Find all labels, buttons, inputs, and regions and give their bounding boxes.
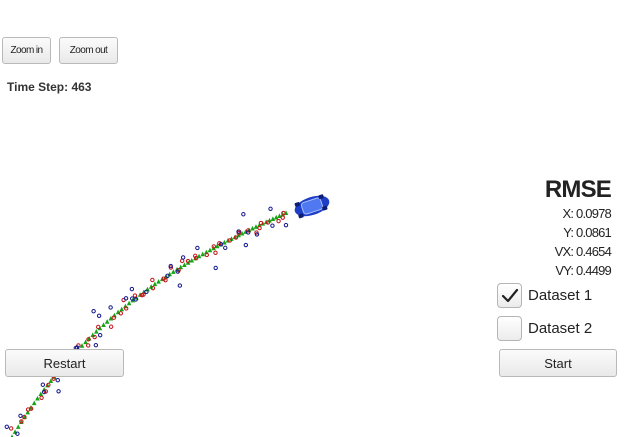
radar-measurement-marker xyxy=(241,212,246,217)
radar-measurement-marker xyxy=(18,413,23,418)
radar-measurement-marker xyxy=(283,222,289,228)
rmse-panel: RMSE X: 0.0978 Y: 0.0861 VX: 0.4654 VY: … xyxy=(514,176,614,280)
rmse-title: RMSE xyxy=(544,176,612,203)
restart-button[interactable]: Restart xyxy=(5,349,124,377)
lidar-measurement-marker xyxy=(179,258,185,264)
radar-measurement-marker xyxy=(93,343,99,348)
estimate-marker xyxy=(15,424,21,429)
estimate-marker xyxy=(35,395,40,401)
dataset-1-checkbox[interactable] xyxy=(497,283,522,308)
dataset-1-option[interactable]: Dataset 1 xyxy=(497,283,592,308)
estimate-marker xyxy=(126,300,132,306)
radar-measurement-marker xyxy=(270,223,275,228)
rmse-y-value: Y: 0.0861 xyxy=(563,225,612,240)
rmse-vy-value: VY: 0.4499 xyxy=(555,263,611,278)
lidar-measurement-marker xyxy=(150,277,155,283)
estimate-marker xyxy=(152,281,158,287)
estimate-marker xyxy=(101,322,106,327)
radar-measurement-marker xyxy=(91,308,96,314)
trajectory-layer xyxy=(4,206,289,437)
time-step-label: Time Step: 463 xyxy=(7,80,92,94)
estimate-marker xyxy=(12,429,18,434)
radar-measurement-marker xyxy=(108,305,113,310)
car-icon xyxy=(294,194,330,219)
dataset-2-option[interactable]: Dataset 2 xyxy=(497,316,592,341)
rmse-x-value: X: 0.0978 xyxy=(562,206,612,221)
dataset-2-label: Dataset 2 xyxy=(528,320,593,337)
radar-measurement-marker xyxy=(129,286,135,292)
zoom-in-button[interactable]: Zoom in xyxy=(2,37,51,64)
radar-measurement-marker xyxy=(56,389,61,394)
zoom-out-button[interactable]: Zoom out xyxy=(59,37,118,64)
dataset-2-checkbox[interactable] xyxy=(497,316,522,341)
radar-measurement-marker xyxy=(243,242,249,248)
radar-measurement-marker xyxy=(96,313,102,318)
estimate-marker xyxy=(31,400,37,406)
radar-measurement-marker xyxy=(180,255,186,260)
radar-measurement-marker xyxy=(40,382,46,387)
lidar-measurement-marker xyxy=(276,218,281,224)
estimate-marker xyxy=(104,319,110,324)
estimate-marker xyxy=(171,269,176,274)
radar-measurement-marker xyxy=(195,245,200,251)
estimate-marker xyxy=(119,306,125,312)
lidar-measurement-marker xyxy=(85,343,91,348)
start-button[interactable]: Start xyxy=(499,349,617,377)
lidar-measurement-marker xyxy=(132,293,138,298)
dataset-1-label: Dataset 1 xyxy=(528,287,593,304)
radar-measurement-marker xyxy=(4,424,10,430)
radar-measurement-marker xyxy=(97,332,103,338)
radar-measurement-marker xyxy=(268,206,273,211)
lidar-measurement-marker xyxy=(39,395,44,400)
lidar-measurement-marker xyxy=(213,250,218,256)
estimate-marker xyxy=(156,278,161,284)
radar-measurement-marker xyxy=(213,265,218,271)
lidar-measurement-marker xyxy=(8,426,14,431)
checkmark-icon xyxy=(501,288,518,302)
simulator-window: Zoom in Zoom out Time Step: 463 RMSE X: … xyxy=(0,0,624,437)
radar-measurement-marker xyxy=(55,378,60,383)
radar-measurement-marker xyxy=(177,283,183,288)
lidar-measurement-marker xyxy=(108,324,114,329)
radar-measurement-marker xyxy=(223,245,228,251)
rmse-vx-value: VX: 0.4654 xyxy=(554,244,612,259)
